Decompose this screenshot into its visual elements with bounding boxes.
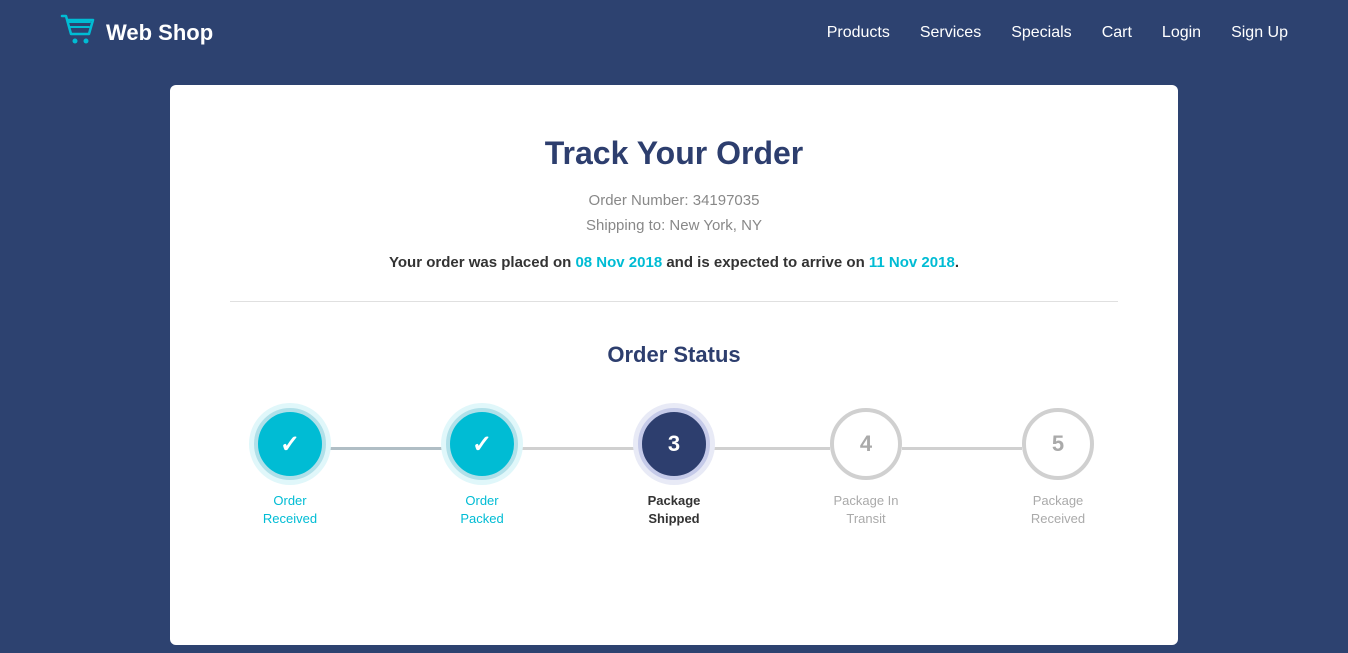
connector-3-4 bbox=[710, 447, 830, 450]
step-5-label: PackageReceived bbox=[1031, 492, 1085, 528]
step-3-number: 3 bbox=[668, 431, 680, 457]
main-content: Track Your Order Order Number: 34197035 … bbox=[170, 85, 1178, 645]
connector-4-5 bbox=[902, 447, 1022, 450]
order-status-title: Order Status bbox=[230, 342, 1118, 368]
step-1-circle: ✓ bbox=[254, 408, 326, 480]
header: Web Shop Products Services Specials Cart… bbox=[0, 0, 1348, 65]
nav-services[interactable]: Services bbox=[920, 24, 981, 42]
step-4: 4 Package InTransit bbox=[830, 408, 902, 528]
logo-text: Web Shop bbox=[106, 20, 213, 46]
step-3-label: PackageShipped bbox=[648, 492, 701, 528]
placed-date: 08 Nov 2018 bbox=[575, 254, 662, 271]
shipping-info: Shipping to: New York, NY bbox=[230, 217, 1118, 234]
message-middle: and is expected to arrive on bbox=[662, 254, 869, 271]
step-2: ✓ OrderPacked bbox=[446, 408, 518, 528]
step-1-icon: ✓ bbox=[280, 430, 300, 459]
step-2-icon: ✓ bbox=[472, 430, 492, 459]
connector-2-3 bbox=[518, 447, 638, 450]
logo-area: Web Shop bbox=[60, 14, 213, 51]
nav: Products Services Specials Cart Login Si… bbox=[827, 24, 1288, 42]
step-4-label: Package InTransit bbox=[833, 492, 898, 528]
step-1: ✓ OrderReceived bbox=[254, 408, 326, 528]
connector-1-2 bbox=[326, 447, 446, 450]
step-2-circle: ✓ bbox=[446, 408, 518, 480]
nav-login[interactable]: Login bbox=[1162, 24, 1201, 42]
page-title: Track Your Order bbox=[230, 135, 1118, 172]
steps-container: ✓ OrderReceived ✓ OrderPacked 3 PackageS… bbox=[230, 408, 1118, 528]
message-suffix: . bbox=[955, 254, 959, 271]
nav-signup[interactable]: Sign Up bbox=[1231, 24, 1288, 42]
step-3-circle: 3 bbox=[638, 408, 710, 480]
nav-specials[interactable]: Specials bbox=[1011, 24, 1071, 42]
step-1-label: OrderReceived bbox=[263, 492, 317, 528]
step-5: 5 PackageReceived bbox=[1022, 408, 1094, 528]
message-prefix: Your order was placed on bbox=[389, 254, 575, 271]
cart-icon bbox=[60, 14, 96, 51]
step-5-circle: 5 bbox=[1022, 408, 1094, 480]
order-message: Your order was placed on 08 Nov 2018 and… bbox=[230, 254, 1118, 271]
step-4-circle: 4 bbox=[830, 408, 902, 480]
order-number: Order Number: 34197035 bbox=[230, 192, 1118, 209]
step-3: 3 PackageShipped bbox=[638, 408, 710, 528]
step-4-number: 4 bbox=[860, 431, 872, 457]
divider bbox=[230, 301, 1118, 302]
arrive-date: 11 Nov 2018 bbox=[869, 254, 955, 271]
step-2-label: OrderPacked bbox=[460, 492, 503, 528]
nav-cart[interactable]: Cart bbox=[1102, 24, 1132, 42]
nav-products[interactable]: Products bbox=[827, 24, 890, 42]
step-5-number: 5 bbox=[1052, 431, 1064, 457]
